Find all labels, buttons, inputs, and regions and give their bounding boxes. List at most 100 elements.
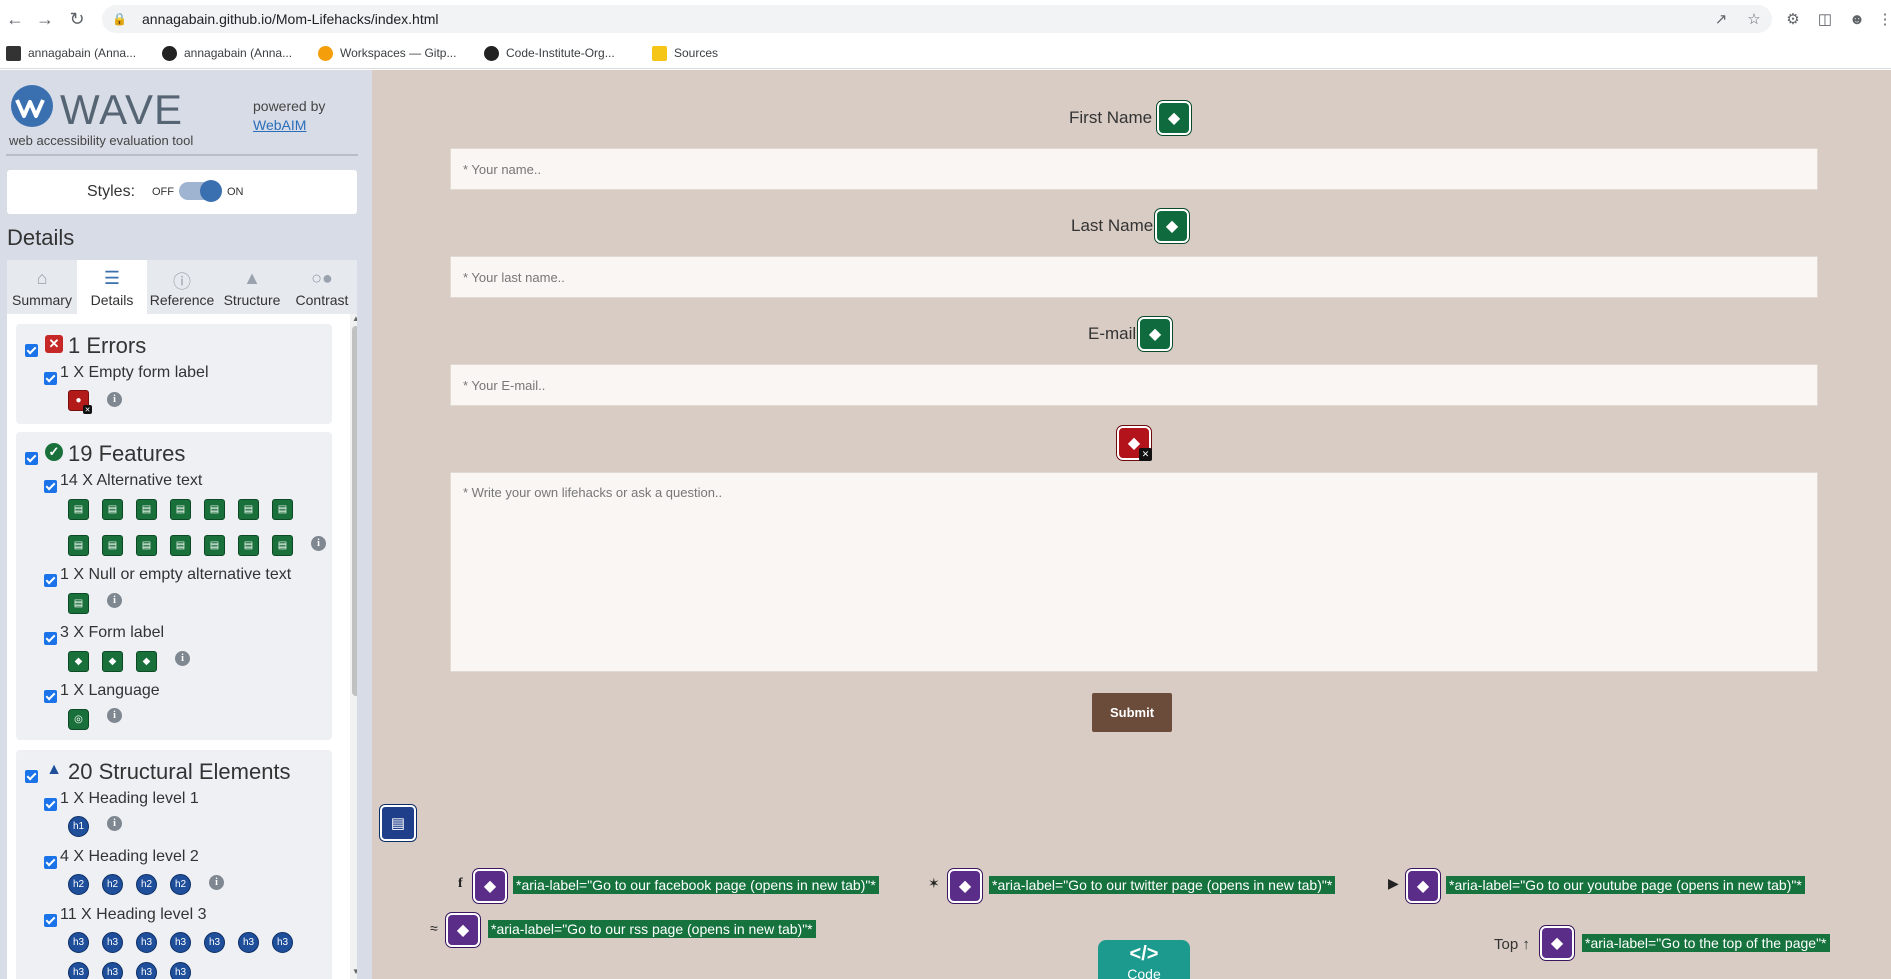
- bookmark-item[interactable]: annagabain (Anna...: [162, 45, 302, 61]
- heading-3-icon[interactable]: h3: [68, 962, 89, 979]
- form-label-icon[interactable]: ◆: [1138, 317, 1172, 351]
- alt-text-icon[interactable]: ▤: [136, 535, 157, 556]
- heading-2-icon[interactable]: h2: [136, 874, 157, 895]
- alt-text-icon[interactable]: ▤: [272, 499, 293, 520]
- rss-icon[interactable]: ≈: [430, 920, 438, 936]
- form-label-icon[interactable]: ◆: [1157, 101, 1191, 135]
- null-alt-icon[interactable]: ▤: [68, 593, 89, 614]
- profile-icon[interactable]: ☻: [1844, 6, 1870, 32]
- scroll-up-icon[interactable]: ▲: [351, 314, 357, 323]
- menu-icon[interactable]: ⋮: [1872, 6, 1891, 32]
- info-icon[interactable]: i: [209, 875, 224, 890]
- info-icon[interactable]: i: [107, 708, 122, 723]
- heading-3-icon[interactable]: h3: [136, 932, 157, 953]
- alt-text-icon[interactable]: ▤: [238, 535, 259, 556]
- item-checkbox[interactable]: [44, 632, 57, 645]
- back-button[interactable]: ←: [2, 6, 28, 32]
- toggle-knob[interactable]: [200, 180, 222, 202]
- heading-3-icon[interactable]: h3: [102, 932, 123, 953]
- heading-2-icon[interactable]: h2: [68, 874, 89, 895]
- scroll-down-icon[interactable]: ▼: [351, 967, 357, 976]
- tab-reference[interactable]: ⓘ Reference: [147, 260, 217, 314]
- bookmark-item[interactable]: Code-Institute-Org...: [484, 45, 636, 61]
- alt-text-icon[interactable]: ▤: [272, 535, 293, 556]
- message-textarea[interactable]: * Write your own lifehacks or ask a ques…: [450, 472, 1818, 672]
- aria-label-icon[interactable]: ◆: [473, 869, 507, 903]
- email-input[interactable]: * Your E-mail..: [450, 364, 1818, 406]
- youtube-icon[interactable]: ▶: [1388, 875, 1399, 892]
- submit-button[interactable]: Submit: [1092, 693, 1172, 732]
- share-icon[interactable]: ↗: [1708, 6, 1734, 32]
- features-checkbox[interactable]: [25, 452, 38, 465]
- form-label-icon[interactable]: ◆: [68, 651, 89, 672]
- tab-structure[interactable]: ▲ Structure: [217, 260, 287, 314]
- info-icon[interactable]: i: [107, 392, 122, 407]
- item-checkbox[interactable]: [44, 690, 57, 703]
- star-icon[interactable]: ☆: [1741, 6, 1767, 32]
- item-checkbox[interactable]: [44, 574, 57, 587]
- heading-3-icon[interactable]: h3: [102, 962, 123, 979]
- aria-label-icon[interactable]: ◆: [1406, 869, 1440, 903]
- alt-text-icon[interactable]: ▤: [136, 499, 157, 520]
- item-checkbox[interactable]: [44, 798, 57, 811]
- forward-button[interactable]: →: [32, 6, 58, 32]
- alt-text-icon[interactable]: ▤: [68, 535, 89, 556]
- heading-3-icon[interactable]: h3: [170, 932, 191, 953]
- info-icon[interactable]: i: [311, 536, 326, 551]
- item-checkbox[interactable]: [44, 856, 57, 869]
- alt-text-icon[interactable]: ▤: [204, 535, 225, 556]
- gitpod-icon: [318, 45, 333, 61]
- webaim-link[interactable]: WebAIM: [253, 117, 306, 133]
- heading-3-icon[interactable]: h3: [238, 932, 259, 953]
- form-label-icon[interactable]: ◆: [102, 651, 123, 672]
- item-checkbox[interactable]: [44, 914, 57, 927]
- heading-2-icon[interactable]: h2: [170, 874, 191, 895]
- tab-details[interactable]: ☰ Details: [77, 260, 147, 314]
- back-to-top-link[interactable]: Top ↑: [1494, 936, 1530, 953]
- bookmark-item[interactable]: Sources: [652, 45, 718, 61]
- reload-button[interactable]: ↻: [64, 6, 90, 32]
- tab-summary[interactable]: ⌂ Summary: [7, 260, 77, 314]
- styles-toggle-box: Styles: OFF ON: [7, 170, 357, 214]
- address-bar[interactable]: 🔒 annagabain.github.io/Mom-Lifehacks/ind…: [102, 5, 1772, 33]
- code-panel-toggle[interactable]: </> Code: [1098, 940, 1190, 979]
- item-checkbox[interactable]: [44, 480, 57, 493]
- alt-text-icon[interactable]: ▤: [238, 499, 259, 520]
- aria-label-icon[interactable]: ◆: [948, 869, 982, 903]
- item-checkbox[interactable]: [44, 372, 57, 385]
- heading-1-icon[interactable]: h1: [68, 816, 89, 837]
- language-icon[interactable]: ◎: [68, 709, 89, 730]
- heading-3-icon[interactable]: h3: [170, 962, 191, 979]
- form-label-icon[interactable]: ◆: [136, 651, 157, 672]
- heading-2-icon[interactable]: h2: [102, 874, 123, 895]
- facebook-icon[interactable]: f: [458, 876, 463, 892]
- alt-text-icon[interactable]: ▤: [170, 499, 191, 520]
- bookmark-item[interactable]: Workspaces — Gitp...: [318, 45, 468, 61]
- tab-contrast[interactable]: ○● Contrast: [287, 260, 357, 314]
- side-panel-icon[interactable]: ◫: [1812, 6, 1838, 32]
- extensions-icon[interactable]: ⚙: [1780, 6, 1806, 32]
- info-icon[interactable]: i: [107, 816, 122, 831]
- alt-text-icon[interactable]: ▤: [68, 499, 89, 520]
- heading-3-icon[interactable]: h3: [68, 932, 89, 953]
- last-name-input[interactable]: * Your last name..: [450, 256, 1818, 298]
- aria-label-icon[interactable]: ◆: [1540, 926, 1574, 960]
- first-name-input[interactable]: * Your name..: [450, 148, 1818, 190]
- aria-label-icon[interactable]: ◆: [446, 913, 480, 947]
- alt-text-icon[interactable]: ▤: [102, 499, 123, 520]
- info-icon[interactable]: i: [107, 593, 122, 608]
- alt-text-icon[interactable]: ▤: [102, 535, 123, 556]
- info-icon[interactable]: i: [175, 651, 190, 666]
- structure-checkbox[interactable]: [25, 770, 38, 783]
- heading-3-icon[interactable]: h3: [204, 932, 225, 953]
- form-label-icon[interactable]: ◆: [1155, 209, 1189, 243]
- image-alt-icon[interactable]: ▤: [380, 805, 416, 841]
- bookmark-item[interactable]: annagabain (Anna...: [6, 45, 146, 61]
- errors-checkbox[interactable]: [25, 344, 38, 357]
- heading-3-icon[interactable]: h3: [136, 962, 157, 979]
- heading-3-icon[interactable]: h3: [272, 932, 293, 953]
- twitter-icon[interactable]: ✶: [928, 875, 940, 892]
- scrollbar-thumb[interactable]: [352, 326, 357, 696]
- alt-text-icon[interactable]: ▤: [204, 499, 225, 520]
- alt-text-icon[interactable]: ▤: [170, 535, 191, 556]
